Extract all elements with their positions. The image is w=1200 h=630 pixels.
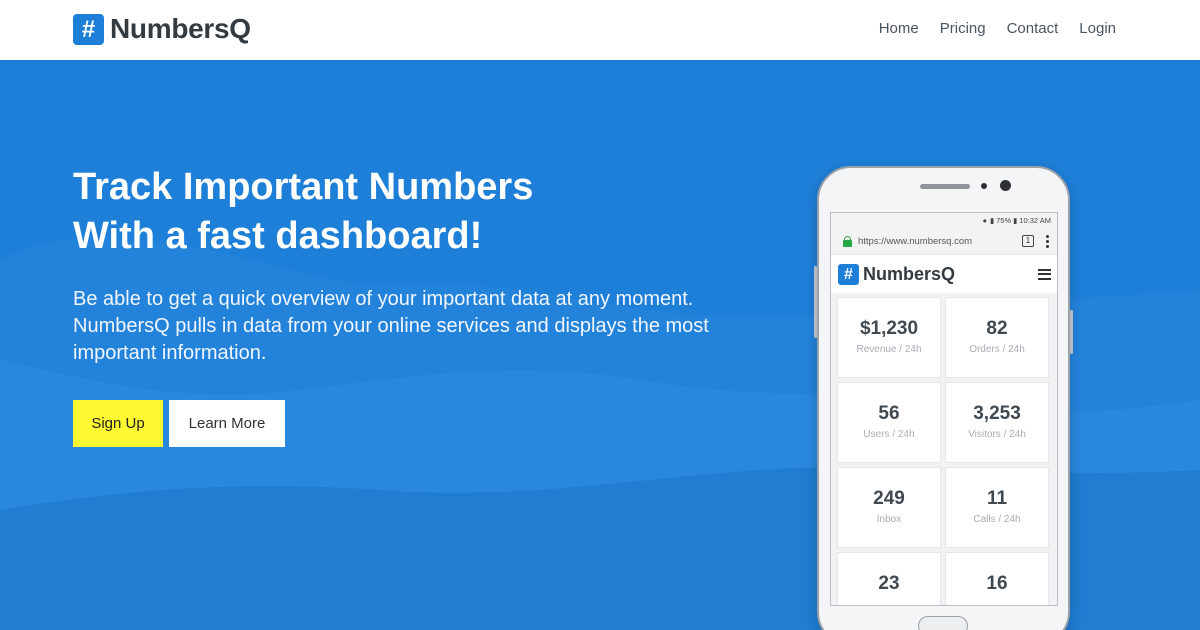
stat-cards-grid: $1,230 Revenue / 24h 82 Orders / 24h 56 … [831,293,1057,605]
stat-label: Visitors / 24h [968,429,1026,440]
phone-camera-icon [1000,180,1011,191]
app-hash-logo-icon: # [838,263,859,285]
stat-label: Users / 24h [863,429,915,440]
hero-subtext: Be able to get a quick overview of your … [73,288,709,364]
stat-label: Calls / 24h [973,514,1021,525]
top-navbar: # NumbersQ Home Pricing Contact Login [0,0,1200,60]
phone-speaker [920,184,970,189]
phone-screen: ● ▮ 75% ▮ 10:32 AM https://www.numbersq.… [830,212,1058,606]
stat-card-7[interactable]: 23 [837,552,941,605]
battery-percent: 75% [996,216,1012,225]
hero-headline: Track Important Numbers With a fast dash… [73,163,533,261]
stat-value: 11 [986,488,1008,509]
tabs-count-icon[interactable]: 1 [1022,235,1034,247]
nav-contact-link[interactable]: Contact [1007,20,1059,37]
stat-value: 16 [986,573,1008,594]
nav-login-link[interactable]: Login [1079,20,1116,37]
brand-name: NumbersQ [110,13,251,44]
signal-icon: ▮ [990,216,995,225]
app-header: # NumbersQ [831,255,1057,293]
stat-label: Revenue / 24h [856,344,922,355]
battery-icon: ▮ [1013,216,1018,225]
headline-line-2: With a fast dashboard! [73,215,483,257]
brand-logo[interactable]: # NumbersQ [73,13,251,45]
learn-more-button[interactable]: Learn More [169,400,285,447]
url-text[interactable]: https://www.numbersq.com [858,236,1022,247]
stat-card-users[interactable]: 56 Users / 24h [837,382,941,463]
phone-volume-button [814,266,817,338]
stat-label: Orders / 24h [969,344,1025,355]
hamburger-menu-icon[interactable] [1038,268,1051,280]
stat-card-8[interactable]: 16 [945,552,1049,605]
stat-value: 56 [878,403,900,424]
stat-value: 249 [873,488,905,509]
clock: 10:32 AM [1019,216,1051,225]
location-icon: ● [982,216,987,225]
headline-line-1: Track Important Numbers [73,166,534,208]
hero-section: Track Important Numbers With a fast dash… [0,60,1200,630]
stat-card-inbox[interactable]: 249 Inbox [837,467,941,548]
stat-card-orders[interactable]: 82 Orders / 24h [945,297,1049,378]
phone-status-bar: ● ▮ 75% ▮ 10:32 AM [831,213,1057,228]
nav-pricing-link[interactable]: Pricing [940,20,986,37]
stat-label: Inbox [876,514,902,525]
sign-up-button[interactable]: Sign Up [73,400,163,447]
stat-value: 82 [986,318,1008,339]
app-name: NumbersQ [863,263,956,284]
stat-card-revenue[interactable]: $1,230 Revenue / 24h [837,297,941,378]
nav-home-link[interactable]: Home [879,20,919,37]
phone-sensor [981,183,987,189]
lock-icon [843,235,852,247]
stat-card-visitors[interactable]: 3,253 Visitors / 24h [945,382,1049,463]
phone-power-button [1070,310,1073,354]
stat-value: 23 [878,573,900,594]
hash-logo-icon: # [73,13,104,45]
browser-url-bar[interactable]: https://www.numbersq.com 1 [831,228,1057,255]
more-vert-icon[interactable] [1046,234,1049,248]
stat-card-calls[interactable]: 11 Calls / 24h [945,467,1049,548]
phone-mockup: ● ▮ 75% ▮ 10:32 AM https://www.numbersq.… [814,166,1073,630]
stat-value: $1,230 [859,318,919,339]
main-nav: Home Pricing Contact Login [858,20,1116,37]
phone-home-button[interactable] [918,616,968,630]
stat-value: 3,253 [973,403,1021,424]
